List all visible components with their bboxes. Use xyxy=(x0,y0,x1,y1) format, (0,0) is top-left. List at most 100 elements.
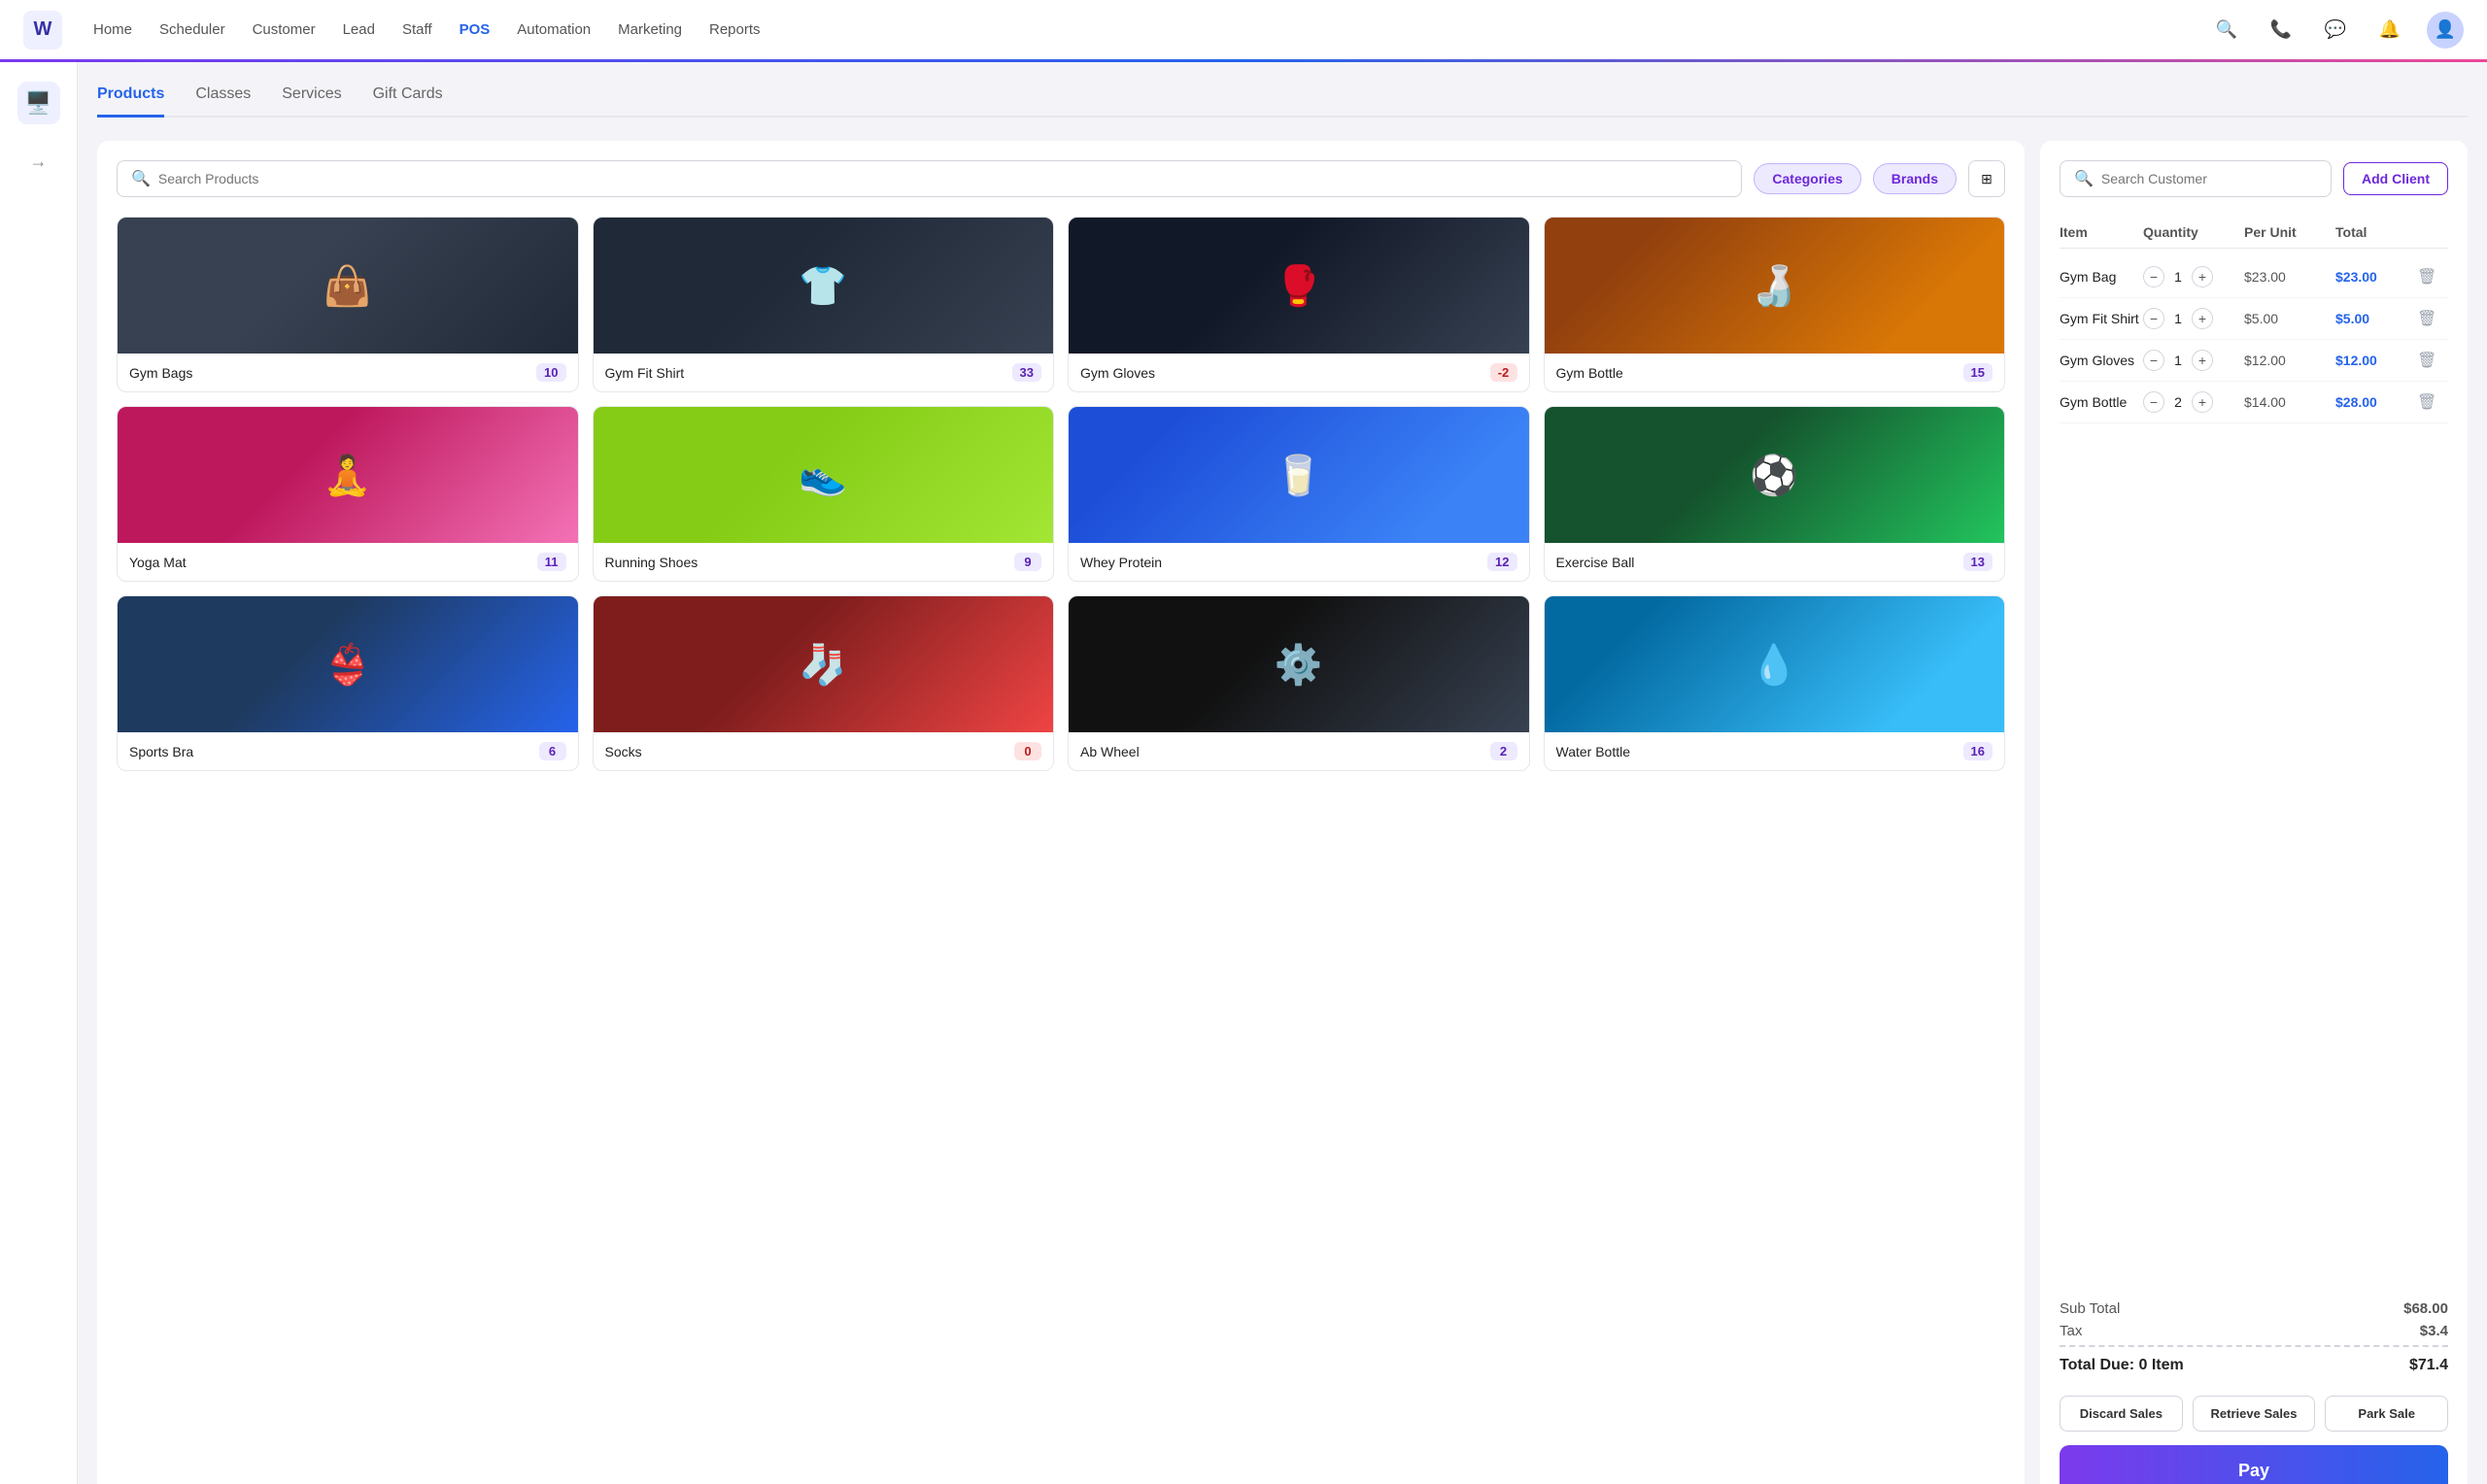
qty-increase-button[interactable]: + xyxy=(2192,266,2213,287)
qty-decrease-button[interactable]: − xyxy=(2143,350,2164,371)
tab-services[interactable]: Services xyxy=(282,85,341,118)
pos-left: 🔍 Categories Brands ⊞ 👜Gym Bags10👕Gym Fi… xyxy=(97,141,2025,1484)
product-section: 🔍 Categories Brands ⊞ 👜Gym Bags10👕Gym Fi… xyxy=(97,141,2025,1484)
product-card-ab-wheel[interactable]: ⚙️ Ab Wheel 2 xyxy=(1068,595,1530,771)
cart-row: Gym Gloves−1+$12.00$12.00🗑 xyxy=(2060,340,2448,382)
product-card-water-bottle[interactable]: 💧Water Bottle16 xyxy=(1544,595,2006,771)
product-image: 👙 xyxy=(118,596,578,732)
search-customer-input[interactable] xyxy=(2101,171,2317,186)
qty-increase-button[interactable]: + xyxy=(2192,308,2213,329)
cart-qty: −1 + xyxy=(2143,350,2240,371)
cart-qty: −1 + xyxy=(2143,308,2240,329)
qty-decrease-button[interactable]: − xyxy=(2143,391,2164,413)
logo[interactable]: W xyxy=(23,11,62,50)
sidebar-collapse-arrow[interactable]: → xyxy=(30,152,48,172)
qty-decrease-button[interactable]: − xyxy=(2143,308,2164,329)
product-image: 👟 xyxy=(594,407,1054,543)
nav-link-marketing[interactable]: Marketing xyxy=(618,21,682,38)
cart-row: Gym Bag−1+$23.00$23.00🗑 xyxy=(2060,256,2448,298)
subtotal-label: Sub Total xyxy=(2060,1300,2120,1317)
search-products-input[interactable] xyxy=(158,171,1727,186)
product-badge: 0 xyxy=(1014,742,1041,760)
nav-link-customer[interactable]: Customer xyxy=(253,21,316,38)
product-card-yoga-mat[interactable]: 🧘Yoga Mat11 xyxy=(117,406,579,582)
cart-rows: Gym Bag−1+$23.00$23.00🗑Gym Fit Shirt−1+$… xyxy=(2060,256,2448,423)
nav-link-reports[interactable]: Reports xyxy=(709,21,761,38)
park-sale-button[interactable]: Park Sale xyxy=(2325,1396,2448,1432)
product-card-gym-bottle[interactable]: 🍶Gym Bottle15 xyxy=(1544,217,2006,392)
product-image: ⚙️ xyxy=(1069,596,1529,732)
nav-link-scheduler[interactable]: Scheduler xyxy=(159,21,225,38)
total-due-label: Total Due: 0 Item xyxy=(2060,1357,2184,1374)
product-card-running-shoes[interactable]: 👟Running Shoes9 xyxy=(593,406,1055,582)
product-card-socks[interactable]: 🧦Socks0 xyxy=(593,595,1055,771)
tab-classes[interactable]: Classes xyxy=(195,85,251,118)
main-content: Products Classes Services Gift Cards 🔍 Cate… xyxy=(78,62,2487,1484)
cart-col-total: Total xyxy=(2335,224,2413,240)
categories-button[interactable]: Categories xyxy=(1754,163,1860,194)
product-image: 🍶 xyxy=(1545,218,2005,354)
product-name: Whey Protein xyxy=(1080,555,1162,570)
product-name: Water Bottle xyxy=(1556,744,1631,759)
pay-button[interactable]: Pay xyxy=(2060,1445,2448,1484)
nav-link-staff[interactable]: Staff xyxy=(402,21,432,38)
customer-search-icon: 🔍 xyxy=(2074,169,2094,188)
avatar[interactable]: 👤 xyxy=(2427,12,2464,49)
sidebar-monitor-icon[interactable]: 🖥️ xyxy=(17,82,60,124)
product-card-gym-gloves[interactable]: 🥊Gym Gloves-2 xyxy=(1068,217,1530,392)
nav-link-pos[interactable]: POS xyxy=(460,21,491,38)
tax-row: Tax $3.4 xyxy=(2060,1323,2448,1339)
brands-button[interactable]: Brands xyxy=(1873,163,1957,194)
cart-unit-price: $5.00 xyxy=(2244,311,2332,326)
product-card-exercise-ball[interactable]: ⚽Exercise Ball13 xyxy=(1544,406,2006,582)
product-badge: 2 xyxy=(1490,742,1517,760)
product-card-sports-bra[interactable]: 👙Sports Bra6 xyxy=(117,595,579,771)
phone-icon[interactable]: 📞 xyxy=(2264,13,2299,48)
whatsapp-icon[interactable]: 💬 xyxy=(2318,13,2353,48)
cart-item-name: Gym Bottle xyxy=(2060,394,2139,410)
cart-unit-price: $12.00 xyxy=(2244,353,2332,368)
filter-options-icon[interactable]: ⊞ xyxy=(1968,160,2005,197)
cart-header: Item Quantity Per Unit Total xyxy=(2060,217,2448,249)
product-name: Ab Wheel xyxy=(1080,744,1140,759)
tax-label: Tax xyxy=(2060,1323,2082,1339)
tab-products[interactable]: Products xyxy=(97,85,164,118)
product-card-whey-protein[interactable]: 🥛Whey Protein12 xyxy=(1068,406,1530,582)
cart-col-perunit: Per Unit xyxy=(2244,224,2332,240)
qty-decrease-button[interactable]: − xyxy=(2143,266,2164,287)
nav-link-lead[interactable]: Lead xyxy=(343,21,375,38)
topnav-icons: 🔍 📞 💬 🔔 👤 xyxy=(2209,12,2464,49)
tabs-row: Products Classes Services Gift Cards xyxy=(97,85,2468,118)
qty-increase-button[interactable]: + xyxy=(2192,391,2213,413)
nav-link-home[interactable]: Home xyxy=(93,21,132,38)
product-badge: 9 xyxy=(1014,553,1041,571)
product-badge: 16 xyxy=(1963,742,1993,760)
product-name: Gym Bottle xyxy=(1556,365,1623,381)
tab-gift-cards[interactable]: Gift Cards xyxy=(373,85,443,118)
product-image: 🥊 xyxy=(1069,218,1529,354)
cart-total-price: $23.00 xyxy=(2335,269,2413,285)
customer-bar: 🔍 Add Client xyxy=(2060,160,2448,197)
notification-icon[interactable]: 🔔 xyxy=(2372,13,2407,48)
qty-value: 1 xyxy=(2170,311,2186,326)
product-card-gym-bags[interactable]: 👜Gym Bags10 xyxy=(117,217,579,392)
nav-link-automation[interactable]: Automation xyxy=(517,21,591,38)
cart-delete-button[interactable]: 🗑 xyxy=(2417,392,2448,412)
product-card-gym-fit-shirt[interactable]: 👕Gym Fit Shirt33 xyxy=(593,217,1055,392)
cart-delete-button[interactable]: 🗑 xyxy=(2417,309,2448,328)
qty-increase-button[interactable]: + xyxy=(2192,350,2213,371)
retrieve-sales-button[interactable]: Retrieve Sales xyxy=(2193,1396,2316,1432)
add-client-button[interactable]: Add Client xyxy=(2343,162,2448,195)
product-name: Sports Bra xyxy=(129,744,193,759)
cart-delete-button[interactable]: 🗑 xyxy=(2417,351,2448,370)
product-grid: 👜Gym Bags10👕Gym Fit Shirt33🥊Gym Gloves-2… xyxy=(117,217,2005,771)
product-image: 🥛 xyxy=(1069,407,1529,543)
product-name: Socks xyxy=(605,744,642,759)
cart-qty: −2+ xyxy=(2143,391,2240,413)
qty-value: 1 xyxy=(2170,353,2186,368)
cart-col-quantity: Quantity xyxy=(2143,224,2240,240)
search-icon[interactable]: 🔍 xyxy=(2209,13,2244,48)
cart-delete-button[interactable]: 🗑 xyxy=(2417,267,2448,287)
discard-sales-button[interactable]: Discard Sales xyxy=(2060,1396,2183,1432)
product-search-icon: 🔍 xyxy=(131,169,151,188)
